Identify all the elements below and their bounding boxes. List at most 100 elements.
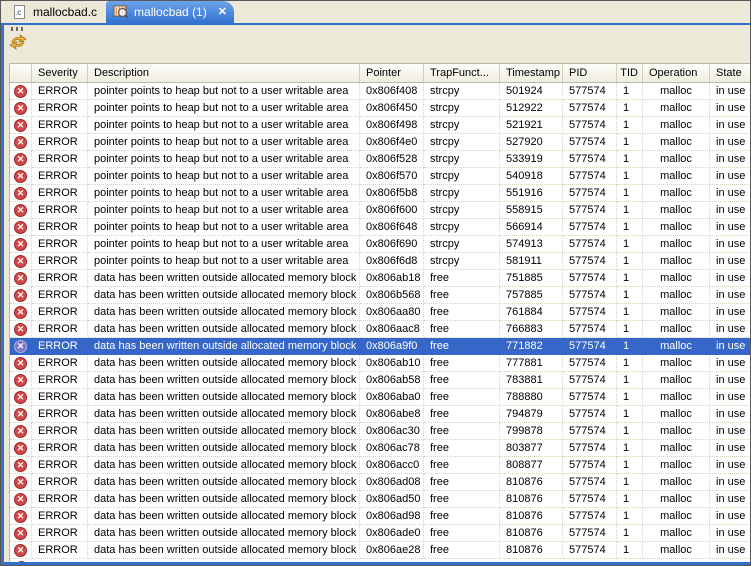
table-row[interactable]: ✕ ERROR data has been written outside al…: [10, 440, 750, 457]
trapfunction-cell: free: [424, 440, 500, 457]
operation-cell: malloc: [643, 525, 710, 542]
column-header-tid[interactable]: TID: [617, 64, 643, 82]
timestamp-cell: 799878: [500, 423, 563, 440]
tid-cell: 1: [617, 525, 643, 542]
error-icon: ✕: [14, 289, 27, 302]
severity-cell: ERROR: [32, 525, 88, 542]
svg-text:.c: .c: [15, 8, 21, 17]
table-row[interactable]: ✕ ERROR data has been written outside al…: [10, 270, 750, 287]
table-row[interactable]: ✕ ERROR pointer points to heap but not t…: [10, 253, 750, 270]
table-row[interactable]: ✕ ERROR pointer points to heap but not t…: [10, 83, 750, 100]
table-row[interactable]: ✕ ERROR data has been written outside al…: [10, 406, 750, 423]
tid-cell: 1: [617, 321, 643, 338]
table-row[interactable]: ✕ ERROR data has been written outside al…: [10, 372, 750, 389]
description-cell: data has been written outside allocated …: [88, 321, 360, 338]
table-row[interactable]: ✕ ERROR data has been written outside al…: [10, 321, 750, 338]
pointer-cell: 0x806f600: [360, 202, 424, 219]
table-row[interactable]: ✕ ERROR data has been written outside al…: [10, 355, 750, 372]
table-row[interactable]: ✕ ERROR data has been written outside al…: [10, 525, 750, 542]
trapfunction-cell: strcpy: [424, 100, 500, 117]
trapfunction-cell: strcpy: [424, 168, 500, 185]
tab-mallocbad-1[interactable]: mallocbad (1) ✕: [106, 1, 234, 25]
trapfunction-cell: free: [424, 525, 500, 542]
description-cell: pointer points to heap but not to a user…: [88, 100, 360, 117]
pid-cell: 577574: [563, 423, 617, 440]
tid-cell: 1: [617, 117, 643, 134]
trapfunction-cell: free: [424, 423, 500, 440]
timestamp-cell: 810876: [500, 474, 563, 491]
description-cell: data has been written outside allocated …: [88, 389, 360, 406]
table-row[interactable]: ✕ ERROR pointer points to heap but not t…: [10, 168, 750, 185]
table-row[interactable]: ✕ ERROR pointer points to heap but not t…: [10, 100, 750, 117]
table-row[interactable]: ✕ ERROR pointer points to heap but not t…: [10, 219, 750, 236]
column-header-operation[interactable]: Operation: [643, 64, 710, 82]
column-header-timestamp[interactable]: Timestamp: [500, 64, 563, 82]
timestamp-cell: 788880: [500, 389, 563, 406]
table-row[interactable]: ✕ ERROR data has been written outside al…: [10, 389, 750, 406]
pid-cell: 577574: [563, 219, 617, 236]
trapfunction-cell: free: [424, 287, 500, 304]
operation-cell: malloc: [643, 389, 710, 406]
column-header-state[interactable]: State: [710, 64, 750, 82]
table-row[interactable]: ✕ ERROR data has been written outside al…: [10, 338, 750, 355]
table-row[interactable]: ✕ ERROR pointer points to heap but not t…: [10, 134, 750, 151]
table-row[interactable]: ✕ ERROR data has been written outside al…: [10, 287, 750, 304]
table-row[interactable]: ✕ ERROR data has been written outside al…: [10, 423, 750, 440]
column-header-description[interactable]: Description: [88, 64, 360, 82]
tid-cell: 1: [617, 372, 643, 389]
state-cell: in use: [710, 440, 750, 457]
table-row[interactable]: ✕ ERROR data has been written outside al…: [10, 508, 750, 525]
close-icon[interactable]: ✕: [218, 7, 227, 17]
severity-cell: ERROR: [32, 457, 88, 474]
description-cell: data has been written outside allocated …: [88, 542, 360, 559]
description-cell: data has been written outside allocated …: [88, 440, 360, 457]
column-header-severity[interactable]: Severity: [32, 64, 88, 82]
column-header-pointer[interactable]: Pointer: [360, 64, 424, 82]
error-icon: ✕: [14, 204, 27, 217]
operation-cell: malloc: [643, 236, 710, 253]
tid-cell: 1: [617, 406, 643, 423]
pointer-cell: 0x806ae28: [360, 542, 424, 559]
swap-arrows-icon[interactable]: [8, 33, 34, 56]
table-row[interactable]: ✕ ERROR pointer points to heap but not t…: [10, 236, 750, 253]
pid-cell: 577574: [563, 542, 617, 559]
pointer-cell: 0x806f690: [360, 236, 424, 253]
timestamp-cell: 558915: [500, 202, 563, 219]
operation-cell: malloc: [643, 270, 710, 287]
severity-cell: ERROR: [32, 372, 88, 389]
timestamp-cell: 794879: [500, 406, 563, 423]
column-header-icon[interactable]: [10, 64, 32, 82]
pid-cell: 577574: [563, 134, 617, 151]
table-row[interactable]: ✕ ERROR pointer points to heap but not t…: [10, 117, 750, 134]
operation-cell: malloc: [643, 151, 710, 168]
pointer-cell: 0x806ad98: [360, 508, 424, 525]
trapfunction-cell: free: [424, 457, 500, 474]
timestamp-cell: 521921: [500, 117, 563, 134]
error-icon: ✕: [14, 527, 27, 540]
view-content: Severity Description Pointer TrapFunct..…: [1, 25, 750, 565]
column-header-pid[interactable]: PID: [563, 64, 617, 82]
state-cell: in use: [710, 491, 750, 508]
table-row[interactable]: ✕ ERROR data has been written outside al…: [10, 304, 750, 321]
table-row[interactable]: ✕ ERROR pointer points to heap but not t…: [10, 185, 750, 202]
trapfunction-cell: strcpy: [424, 134, 500, 151]
error-icon: ✕: [14, 391, 27, 404]
state-cell: in use: [710, 236, 750, 253]
trapfunction-cell: strcpy: [424, 151, 500, 168]
state-cell: in use: [710, 525, 750, 542]
table-row[interactable]: ✕ ERROR data has been written outside al…: [10, 457, 750, 474]
state-cell: in use: [710, 117, 750, 134]
column-header-trapfunction[interactable]: TrapFunct...: [424, 64, 500, 82]
table-row[interactable]: ✕ ERROR data has been written outside al…: [10, 491, 750, 508]
table-row[interactable]: ✕ ERROR data has been written outside al…: [10, 474, 750, 491]
severity-cell: ERROR: [32, 253, 88, 270]
table-row[interactable]: ✕ ERROR pointer points to heap but not t…: [10, 202, 750, 219]
tab-mallocbad-c[interactable]: .c mallocbad.c: [5, 1, 106, 25]
table-row[interactable]: ✕ ERROR data has been written outside al…: [10, 542, 750, 559]
severity-cell: ERROR: [32, 338, 88, 355]
table-header: Severity Description Pointer TrapFunct..…: [10, 64, 750, 83]
table-row[interactable]: ✕ ERROR pointer points to heap but not t…: [10, 151, 750, 168]
error-icon: ✕: [14, 340, 27, 353]
tid-cell: 1: [617, 508, 643, 525]
operation-cell: malloc: [643, 508, 710, 525]
